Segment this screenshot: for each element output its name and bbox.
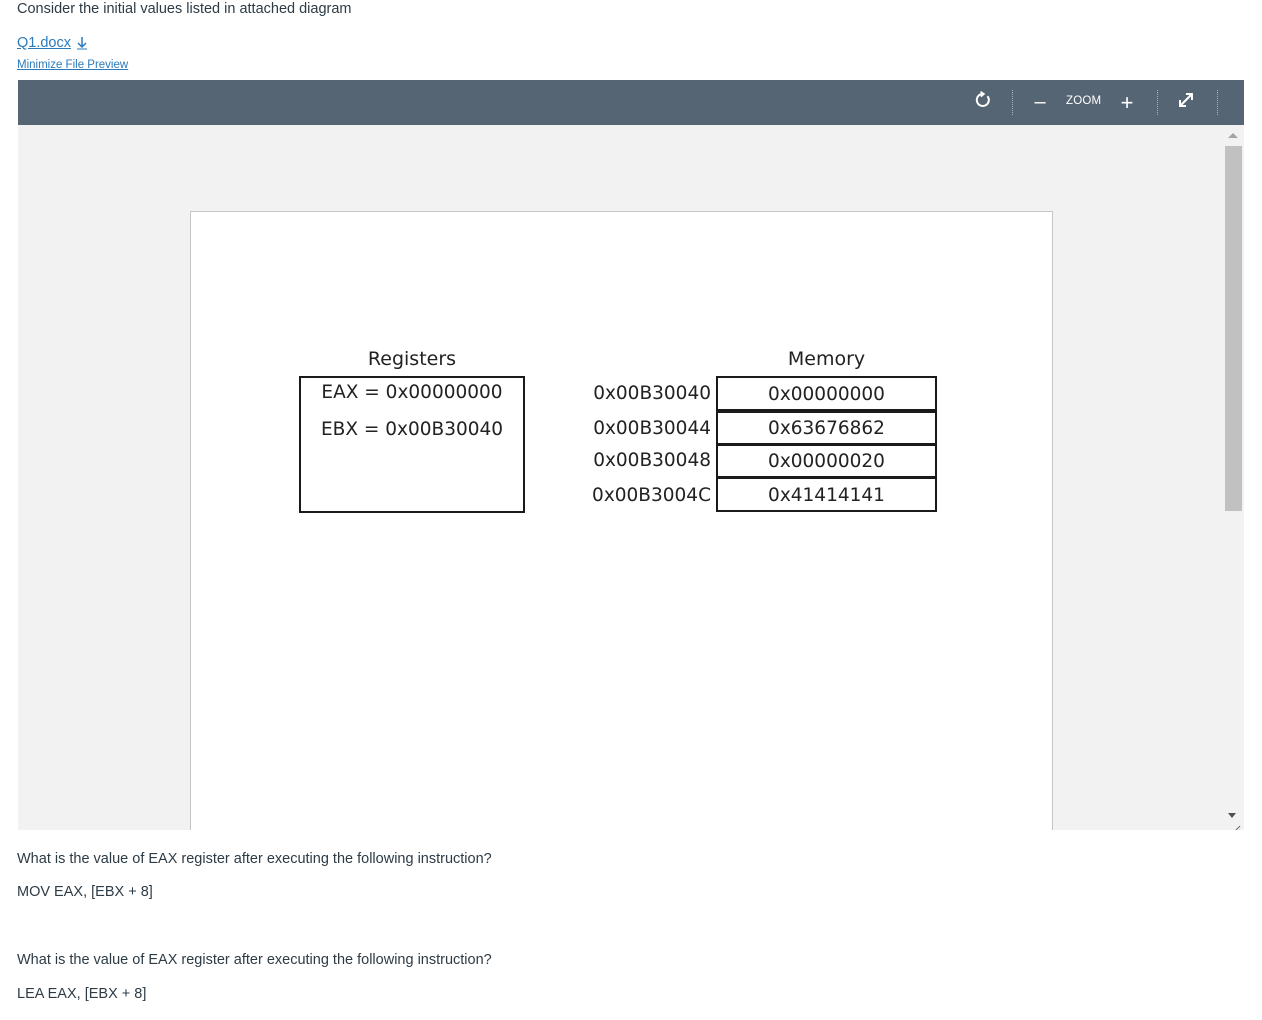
- question-2-prompt: What is the value of EAX register after …: [17, 952, 492, 968]
- minimize-file-preview-link[interactable]: Minimize File Preview: [17, 59, 128, 71]
- register-eax: EAX = 0x00000000: [321, 382, 503, 403]
- toolbar-divider: [1217, 90, 1218, 115]
- question-2-instruction: LEA EAX, [EBX + 8]: [17, 986, 147, 1002]
- rotate-icon[interactable]: [974, 91, 992, 114]
- resize-handle-icon[interactable]: [1230, 821, 1242, 830]
- memory-address: 0x00B3004C: [592, 485, 711, 506]
- memory-cell: 0x00000020: [716, 444, 937, 478]
- registers-box: EAX = 0x00000000 EBX = 0x00B30040: [299, 376, 525, 513]
- rotate-button[interactable]: [968, 80, 998, 125]
- fullscreen-button[interactable]: [1172, 80, 1200, 125]
- toolbar-divider: [1157, 90, 1158, 115]
- register-ebx: EBX = 0x00B30040: [320, 419, 504, 440]
- memory-address: 0x00B30048: [593, 450, 711, 471]
- file-preview-viewer: – ZOOM + Registers EAX = 0x00000000 EBX …: [18, 80, 1244, 830]
- registers-title: Registers: [367, 348, 457, 370]
- scroll-up-arrow-icon[interactable]: [1228, 133, 1238, 138]
- download-arrow-icon[interactable]: [75, 36, 89, 50]
- scroll-down-arrow-icon[interactable]: [1228, 813, 1236, 818]
- intro-text: Consider the initial values listed in at…: [17, 1, 352, 17]
- memory-cell: 0x63676862: [716, 411, 937, 445]
- scrollbar-thumb[interactable]: [1225, 146, 1242, 511]
- memory-address: 0x00B30044: [593, 418, 711, 439]
- zoom-in-button[interactable]: +: [1115, 80, 1139, 125]
- memory-title: Memory: [787, 348, 866, 370]
- file-download-link[interactable]: Q1.docx: [17, 35, 89, 51]
- zoom-label: ZOOM: [1066, 95, 1102, 107]
- document-page: Registers EAX = 0x00000000 EBX = 0x00B30…: [190, 211, 1053, 830]
- memory-cell: 0x00000000: [716, 376, 937, 411]
- viewer-toolbar: – ZOOM +: [18, 80, 1244, 125]
- file-name[interactable]: Q1.docx: [17, 35, 71, 51]
- memory-cell: 0x41414141: [716, 477, 937, 512]
- question-1-instruction: MOV EAX, [EBX + 8]: [17, 884, 153, 900]
- expand-icon[interactable]: [1177, 91, 1195, 114]
- zoom-out-button[interactable]: –: [1028, 80, 1052, 125]
- memory-address: 0x00B30040: [593, 383, 711, 404]
- question-1-prompt: What is the value of EAX register after …: [17, 851, 492, 867]
- toolbar-divider: [1012, 90, 1013, 115]
